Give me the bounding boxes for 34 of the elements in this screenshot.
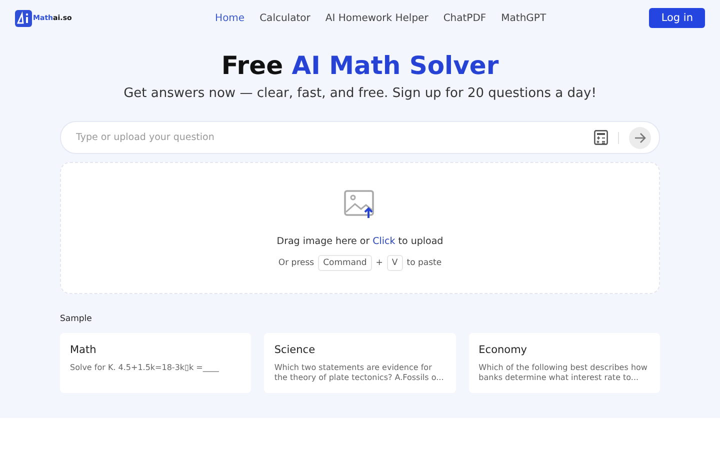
card-text: Which of the following best describes how banks determine what interest rate to... [478, 363, 648, 383]
login-button[interactable]: Log in [649, 8, 705, 28]
hero-title: Free [221, 51, 284, 80]
sample-card[interactable]: Math Solve for K. 4.5+1.5k=18-3k▯k =____ [60, 333, 252, 393]
section-heading: Sample [60, 314, 93, 324]
hero-subtitle: Get answers now — clear, fast, and free. Sign up for 20 questions a day! [122, 86, 598, 101]
nav-link[interactable]: AI Homework Helper [325, 12, 428, 24]
search-bar[interactable]: Type or upload your question [60, 121, 660, 154]
upload-area[interactable]: Drag image here or Click to upload Or press Command + V to paste [60, 162, 660, 294]
upload-link[interactable]: Click [372, 236, 396, 247]
paste-hint: Or press [278, 258, 314, 268]
sample-card[interactable]: Science Which two statements are evidence for the theory of plate tectonics? A.Fossils o... [264, 333, 456, 393]
plus-sign: + [376, 258, 383, 268]
image-upload-icon [344, 190, 376, 219]
key-cap: V [386, 255, 403, 271]
hero-title: AI Math Solver [292, 51, 499, 80]
logo-icon[interactable] [15, 10, 32, 26]
arrow-right-icon [634, 132, 646, 144]
sample-card[interactable]: Economy Which of the following best describes how banks determine what interest rate to... [468, 333, 660, 393]
card-text: Solve for K. 4.5+1.5k=18-3k▯k =____ [70, 363, 220, 373]
search-field[interactable]: Type or upload your question [74, 131, 584, 144]
card-title: Economy [478, 344, 528, 356]
nav-link[interactable]: MathGPT [501, 12, 546, 24]
key-cap: Command [318, 255, 372, 271]
calculator-icon[interactable] [594, 130, 608, 145]
card-title: Math [70, 344, 98, 356]
card-title: Science [274, 344, 316, 356]
nav-link[interactable]: Calculator [260, 12, 310, 24]
nav-link[interactable]: ChatPDF [443, 12, 486, 24]
card-text: Which two statements are evidence for the theory of plate tectonics? A.Fossils o... [274, 363, 445, 383]
nav-link[interactable]: Home [215, 12, 245, 24]
upload-instruction: Drag image here or Click to upload [276, 236, 444, 247]
submit-button[interactable] [629, 126, 651, 148]
paste-hint: to paste [406, 258, 442, 268]
